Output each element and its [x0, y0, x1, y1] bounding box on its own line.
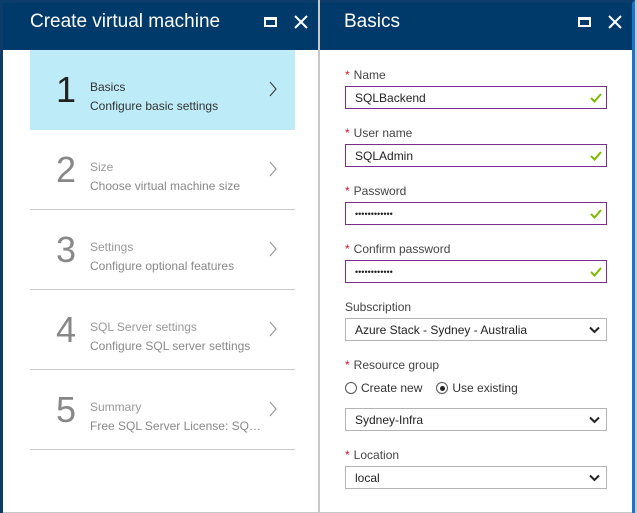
password-field: * Password •••••••••••• — [345, 184, 607, 225]
radio-checked-icon — [436, 382, 449, 394]
basics-blade: Basics * Name SQLBackend * User name SQLAd… — [320, 0, 635, 513]
resource-group-field: * Resource group Create new Use existing … — [345, 358, 607, 431]
step-number: 1 — [56, 69, 77, 110]
checkmark-icon — [590, 267, 602, 277]
chevron-right-icon — [269, 81, 277, 97]
chevron-right-icon — [269, 321, 277, 337]
password-label: * Password — [345, 184, 407, 198]
blade-header: Create virtual machine — [3, 3, 318, 50]
required-marker: * — [345, 448, 350, 462]
step-subtitle: Choose virtual machine size — [90, 179, 241, 193]
step-subtitle: Configure SQL server settings — [90, 339, 251, 353]
location-label: * Location — [345, 448, 400, 462]
create-vm-blade: Create virtual machine 1 Basics Configur… — [0, 0, 318, 513]
step-number: 4 — [56, 309, 77, 350]
chevron-right-icon — [269, 161, 277, 177]
radio-unchecked-icon — [345, 382, 357, 394]
checkmark-icon — [590, 93, 602, 103]
chevron-down-icon — [589, 416, 600, 424]
chevron-right-icon — [269, 401, 277, 417]
user-name-input[interactable]: SQLAdmin — [345, 144, 607, 167]
step-number: 3 — [56, 229, 77, 270]
confirm-password-field: * Confirm password •••••••••••• — [345, 242, 607, 283]
step-subtitle: Free SQL Server License: SQL S... — [90, 419, 266, 433]
blade-title: Basics — [344, 11, 400, 32]
maximize-icon — [578, 17, 591, 27]
location-dropdown[interactable]: local — [345, 466, 607, 489]
step-title: Summary — [90, 400, 142, 414]
subscription-label: Subscription — [345, 300, 412, 314]
maximize-button[interactable] — [576, 13, 594, 31]
location-field: * Location local — [345, 448, 607, 489]
required-marker: * — [345, 184, 350, 198]
required-marker: * — [345, 68, 350, 82]
subscription-field: Subscription Azure Stack - Sydney - Aust… — [345, 300, 607, 341]
checkmark-icon — [590, 151, 602, 161]
steps-list: 1 Basics Configure basic settings 2 Size… — [3, 50, 318, 450]
step-title: Basics — [90, 80, 126, 94]
step-subtitle: Configure basic settings — [90, 99, 219, 113]
maximize-button[interactable] — [262, 13, 280, 31]
required-marker: * — [345, 126, 350, 140]
step-summary[interactable]: 5 Summary Free SQL Server License: SQL S… — [30, 370, 295, 450]
user-name-label: * User name — [345, 126, 413, 140]
step-number: 2 — [56, 149, 77, 190]
radio-create-new[interactable]: Create new — [345, 381, 422, 395]
close-icon — [294, 15, 308, 29]
radio-use-existing[interactable]: Use existing — [436, 381, 518, 395]
basics-form: * Name SQLBackend * User name SQLAdmin * Pa… — [320, 50, 632, 489]
password-input[interactable]: •••••••••••• — [345, 202, 607, 225]
resource-group-radio-group: Create new Use existing — [345, 380, 607, 396]
close-button[interactable] — [292, 13, 310, 31]
step-subtitle: Configure optional features — [90, 259, 235, 273]
maximize-icon — [264, 17, 277, 27]
required-marker: * — [345, 358, 350, 372]
close-button[interactable] — [606, 13, 624, 31]
name-label: * Name — [345, 68, 386, 82]
chevron-down-icon — [589, 326, 600, 334]
name-field: * Name SQLBackend — [345, 68, 607, 109]
chevron-right-icon — [269, 241, 277, 257]
checkmark-icon — [590, 209, 602, 219]
confirm-password-input[interactable]: •••••••••••• — [345, 260, 607, 283]
step-size[interactable]: 2 Size Choose virtual machine size — [30, 130, 295, 210]
name-input[interactable]: SQLBackend — [345, 86, 607, 109]
step-sql-server-settings[interactable]: 4 SQL Server settings Configure SQL serv… — [30, 290, 295, 370]
step-basics[interactable]: 1 Basics Configure basic settings — [30, 50, 295, 130]
confirm-password-label: * Confirm password — [345, 242, 451, 256]
step-number: 5 — [56, 389, 77, 430]
step-title: SQL Server settings — [90, 320, 197, 334]
blade-title: Create virtual machine — [30, 11, 221, 32]
resource-group-label: * Resource group — [345, 358, 440, 372]
step-title: Size — [90, 160, 114, 174]
step-settings[interactable]: 3 Settings Configure optional features — [30, 210, 295, 290]
chevron-down-icon — [589, 474, 600, 482]
resource-group-dropdown[interactable]: Sydney-Infra — [345, 408, 607, 431]
subscription-dropdown[interactable]: Azure Stack - Sydney - Australia — [345, 318, 607, 341]
close-icon — [608, 15, 622, 29]
step-title: Settings — [90, 240, 134, 254]
blade-header: Basics — [320, 3, 632, 50]
user-name-field: * User name SQLAdmin — [345, 126, 607, 167]
required-marker: * — [345, 242, 350, 256]
